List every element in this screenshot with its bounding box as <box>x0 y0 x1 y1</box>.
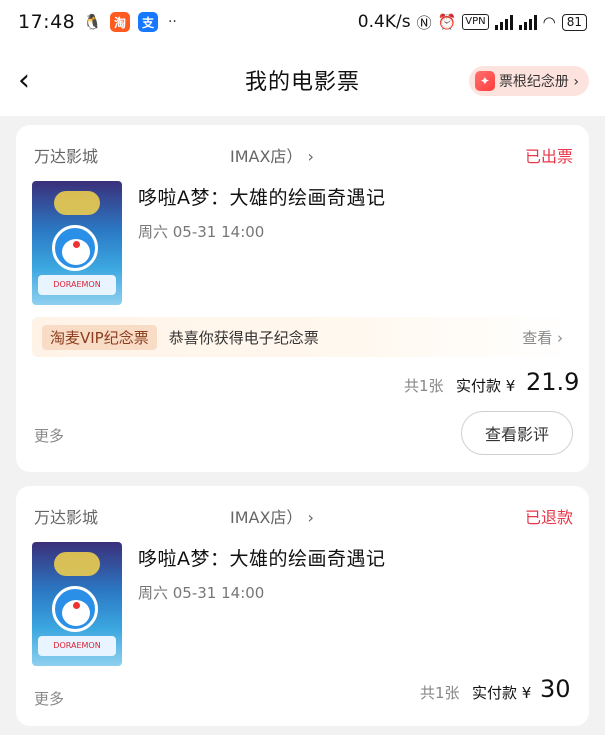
showtime: 周六 05-31 14:00 <box>138 584 265 602</box>
view-review-button[interactable]: 查看影评 <box>461 411 573 455</box>
vip-souvenir-ticket-banner[interactable]: 淘麦VIP纪念票 恭喜你获得电子纪念票 查看 › <box>32 317 573 357</box>
vip-souvenir-message: 恭喜你获得电子纪念票 <box>168 328 319 347</box>
more-notifications-icon: ·· <box>167 14 177 30</box>
ticket-count: 共1张 <box>420 684 460 702</box>
signal-2-icon <box>518 14 537 30</box>
nav-bar: ‹ 我的电影票 ✦ 票根纪念册 › <box>0 44 605 116</box>
ticket-card[interactable]: 万达影城 IMAX店） › 已出票 DORAEMON 哆啦A梦：大雄的绘画奇遇记… <box>16 125 589 472</box>
ticket-card[interactable]: 万达影城 IMAX店） › 已退款 DORAEMON 哆啦A梦：大雄的绘画奇遇记… <box>16 486 589 726</box>
signal-icon <box>494 14 513 30</box>
back-arrow-icon[interactable]: ‹ <box>18 64 48 98</box>
ticket-stub-album-button[interactable]: ✦ 票根纪念册 › <box>468 66 589 96</box>
alipay-app-icon: 支 <box>137 12 158 32</box>
showtime: 周六 05-31 14:00 <box>138 223 265 241</box>
vip-souvenir-tag: 淘麦VIP纪念票 <box>42 324 157 350</box>
page-title: 我的电影票 <box>244 70 360 95</box>
status-time: 17:48 <box>18 11 76 33</box>
ticket-stub-album-label: 票根纪念册 › <box>498 74 579 90</box>
taobao-app-icon: 淘 <box>109 12 130 32</box>
wifi-icon: ◠ <box>542 13 556 31</box>
vpn-icon: VPN <box>462 14 489 30</box>
cinema-branch-link[interactable]: IMAX店） › <box>230 504 314 528</box>
movie-poster[interactable]: DORAEMON <box>32 181 122 305</box>
paid-amount: 30 <box>540 675 571 703</box>
paid-amount-label: 实付款 ¥ <box>456 377 516 395</box>
movie-title: 哆啦A梦：大雄的绘画奇遇记 <box>138 187 386 209</box>
movie-title: 哆啦A梦：大雄的绘画奇遇记 <box>138 548 386 570</box>
nfc-icon: Ⓝ <box>416 13 432 32</box>
vip-view-link[interactable]: 查看 › <box>522 327 563 348</box>
more-button[interactable]: 更多 <box>34 425 64 446</box>
battery-icon: 81 <box>561 13 587 31</box>
paid-amount: 21.9 <box>526 368 580 396</box>
alarm-icon: ⏰ <box>437 13 457 31</box>
more-button[interactable]: 更多 <box>34 688 64 709</box>
cinema-name: 万达影城 <box>34 508 99 527</box>
paid-amount-label: 实付款 ¥ <box>472 684 532 702</box>
qq-icon: 🐧 <box>83 13 102 31</box>
ticket-count: 共1张 <box>404 377 444 395</box>
movie-poster[interactable]: DORAEMON <box>32 542 122 666</box>
ticket-status: 已退款 <box>524 508 573 527</box>
cinema-branch-link[interactable]: IMAX店） › <box>230 143 314 167</box>
cinema-name: 万达影城 <box>34 147 99 166</box>
ticket-status: 已出票 <box>524 147 573 166</box>
sparkle-icon: ✦ <box>474 71 495 91</box>
status-bar: 17:48 🐧 淘 支 ·· 0.4K/s Ⓝ ⏰ VPN ◠ 81 <box>0 0 605 44</box>
network-speed: 0.4K/s <box>357 12 411 32</box>
